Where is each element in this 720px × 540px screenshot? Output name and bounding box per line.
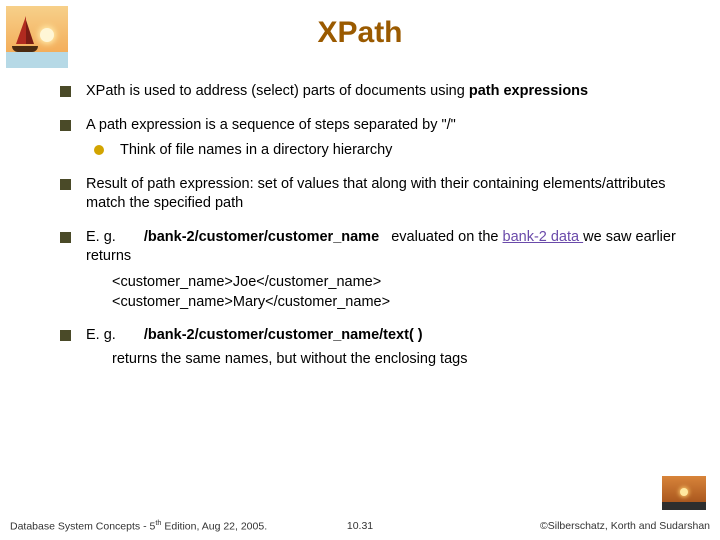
example-output: <customer_name>Joe</customer_name> <cust… <box>112 273 684 312</box>
subbullet-directory-analogy: Think of file names in a directory hiera… <box>94 141 684 161</box>
footer-slide-number: 10.31 <box>347 520 373 532</box>
text: A path expression is a sequence of steps… <box>86 117 456 133</box>
text: Database System Concepts - 5 <box>10 520 155 532</box>
slide: XPath XPath is used to address (select) … <box>0 0 720 540</box>
slide-title: XPath <box>0 16 720 50</box>
text: Edition, Aug 22, 2005. <box>161 520 267 532</box>
bullet-xpath-intro: XPath is used to address (select) parts … <box>60 82 684 102</box>
code-line: <customer_name>Mary</customer_name> <box>112 293 684 313</box>
slide-body: XPath is used to address (select) parts … <box>60 82 684 383</box>
text: returns the same names, but without the … <box>86 350 684 370</box>
text-bold: path expressions <box>469 83 588 99</box>
code-line: <customer_name>Joe</customer_name> <box>112 273 684 293</box>
text: Think of file names in a directory hiera… <box>120 142 392 158</box>
text: evaluated on the <box>391 229 502 245</box>
footer-copyright: ©Silberschatz, Korth and Sudarshan <box>540 520 710 532</box>
bullet-result: Result of path expression: set of values… <box>60 175 684 214</box>
xpath-expr: /bank-2/customer/customer_name <box>144 229 379 245</box>
link-bank2-data[interactable]: bank-2 data <box>503 229 584 245</box>
text: E. g. <box>86 327 116 343</box>
bullet-example-2: E. g. /bank-2/customer/customer_name/text… <box>60 326 684 369</box>
sunset-thumbnail-icon <box>662 476 706 510</box>
bullet-path-expression: A path expression is a sequence of steps… <box>60 116 684 161</box>
bullet-example-1: E. g. /bank-2/customer/customer_name eval… <box>60 228 684 312</box>
footer-left: Database System Concepts - 5th Edition, … <box>10 518 267 533</box>
xpath-expr: /bank-2/customer/customer_name/text( ) <box>144 327 423 343</box>
text: XPath is used to address (select) parts … <box>86 83 469 99</box>
text: Result of path expression: set of values… <box>86 176 666 212</box>
text: E. g. <box>86 229 116 245</box>
